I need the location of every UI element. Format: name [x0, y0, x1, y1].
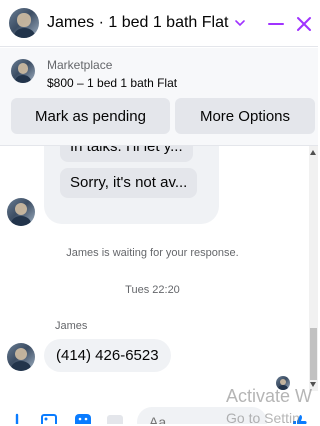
- chevron-down-icon[interactable]: [234, 17, 246, 29]
- close-button[interactable]: [290, 10, 318, 38]
- incoming-message[interactable]: (414) 426-6523: [44, 339, 171, 372]
- listing-title[interactable]: $800 – 1 bed 1 bath Flat: [47, 76, 177, 90]
- header-actions: [262, 0, 318, 47]
- photo-icon[interactable]: [40, 413, 58, 424]
- add-icon[interactable]: [8, 413, 26, 424]
- marketplace-label: Marketplace: [47, 58, 113, 72]
- activation-watermark: Activate W: [226, 386, 313, 406]
- minimize-button[interactable]: [262, 10, 290, 38]
- chat-header: James · 1 bed 1 bath Flat: [0, 0, 318, 47]
- sender-name: James: [55, 320, 88, 332]
- contact-avatar[interactable]: [9, 8, 39, 38]
- message-preview[interactable]: Sorry, it's not av...: [60, 168, 198, 198]
- more-options-button[interactable]: More Options: [175, 98, 315, 134]
- scroll-up-arrow-icon[interactable]: [310, 150, 316, 155]
- minimize-icon: [268, 22, 284, 25]
- james-avatar[interactable]: [7, 198, 35, 226]
- waiting-notice: James is waiting for your response.: [66, 247, 239, 259]
- message-preview[interactable]: In talks. I'll let y...: [60, 146, 193, 162]
- listing-thumbnail[interactable]: [11, 59, 35, 83]
- chat-title[interactable]: James · 1 bed 1 bath Flat: [47, 14, 228, 32]
- message-scrollbar[interactable]: [309, 146, 318, 391]
- sticker-icon[interactable]: [74, 413, 92, 424]
- gif-icon[interactable]: [106, 413, 124, 424]
- close-icon: [297, 16, 311, 31]
- outgoing-message-group: In talks. I'll let y... Sorry, it's not …: [44, 146, 219, 224]
- scrollbar-thumb[interactable]: [310, 328, 317, 380]
- james-avatar[interactable]: [7, 343, 35, 371]
- message-timestamp: Tues 22:20: [125, 284, 180, 296]
- mark-as-pending-button[interactable]: Mark as pending: [11, 98, 170, 134]
- message-list: In talks. I'll let y... Sorry, it's not …: [0, 146, 318, 402]
